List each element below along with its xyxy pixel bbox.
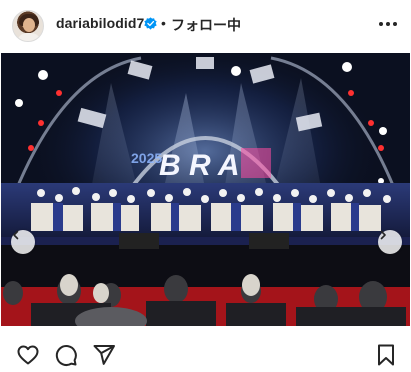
chevron-left-icon bbox=[13, 230, 19, 240]
stage-text-big: B R A bbox=[159, 149, 240, 182]
paper-plane-icon[interactable] bbox=[92, 343, 116, 367]
heart-icon[interactable] bbox=[16, 343, 40, 367]
username[interactable]: dariabilodid7 bbox=[56, 15, 144, 31]
carousel-prev-button[interactable] bbox=[11, 230, 35, 254]
stage-scene: 2025 B R A bbox=[1, 53, 410, 326]
comment-icon[interactable] bbox=[54, 343, 78, 367]
more-options-icon[interactable] bbox=[377, 13, 399, 35]
post-photo[interactable]: 2025 B R A bbox=[1, 53, 410, 326]
stage-text-left: 2025 bbox=[131, 150, 162, 166]
chevron-right-icon bbox=[380, 230, 386, 240]
instagram-post: dariabilodid7 • フォロー中 2025 B R A bbox=[0, 0, 411, 372]
verified-badge-icon bbox=[144, 17, 157, 30]
carousel-next-button[interactable] bbox=[378, 230, 402, 254]
separator-dot: • bbox=[161, 15, 166, 31]
post-header: dariabilodid7 • フォロー中 bbox=[0, 0, 411, 52]
avatar[interactable] bbox=[12, 10, 44, 42]
bookmark-icon[interactable] bbox=[374, 343, 398, 367]
action-bar bbox=[0, 335, 411, 371]
following-button[interactable]: フォロー中 bbox=[171, 15, 241, 35]
